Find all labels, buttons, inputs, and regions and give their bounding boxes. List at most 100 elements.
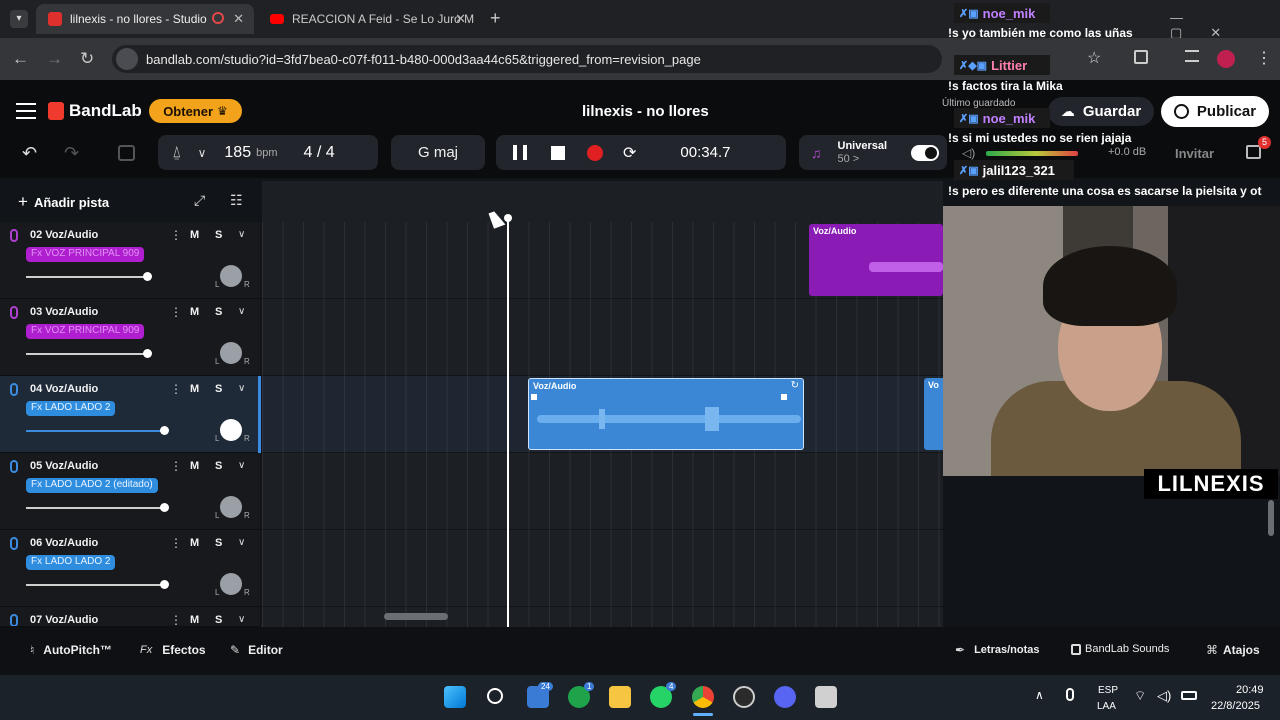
clip-fade-handle[interactable] <box>531 394 537 400</box>
media-icon[interactable] <box>1185 50 1199 62</box>
lyrics-button[interactable]: ✒ Letras/notas <box>955 643 1039 657</box>
solo-button[interactable]: S <box>215 460 222 472</box>
language-bottom[interactable]: LAA <box>1097 701 1116 712</box>
track-name[interactable]: 06 Voz/Audio <box>30 537 98 549</box>
discord-icon[interactable] <box>774 686 796 708</box>
track-row-selected[interactable]: 04 Voz/Audio ⋮ M S ∨ Fx LADO LADO 2 L R <box>0 376 261 453</box>
mute-button[interactable]: M <box>190 229 199 241</box>
audio-clip[interactable]: Voz/Audio <box>809 224 943 296</box>
chevron-down-icon[interactable]: ∨ <box>238 229 245 240</box>
volume-slider[interactable] <box>26 584 164 586</box>
url-field[interactable]: bandlab.com/studio?id=3fd7bea0-c07f-f011… <box>112 45 942 73</box>
shortcuts-button[interactable]: ⌘ Atajos <box>1206 643 1260 657</box>
bandlab-sounds-button[interactable]: BandLab Sounds <box>1071 643 1169 655</box>
extensions-icon[interactable] <box>1134 50 1148 64</box>
profile-avatar[interactable] <box>1217 50 1235 68</box>
chrome-icon[interactable] <box>692 686 714 708</box>
obs-icon[interactable] <box>733 686 755 708</box>
tab-youtube[interactable]: REACCION A Feid - Se Lo Juro M ✕ <box>258 4 476 34</box>
volume-slider[interactable] <box>26 507 164 509</box>
chevron-down-icon[interactable]: ∨ <box>238 306 245 317</box>
tab-studio[interactable]: lilnexis - no llores - Studio ✕ <box>36 4 254 34</box>
track-name[interactable]: 04 Voz/Audio <box>30 383 98 395</box>
volume-handle[interactable] <box>143 272 152 281</box>
master-volume-meter[interactable] <box>986 151 1078 156</box>
close-tab-icon[interactable]: ✕ <box>233 11 244 27</box>
tab-search-icon[interactable]: ▾ <box>10 10 28 28</box>
window-controls[interactable]: —▢✕ <box>1170 10 1280 41</box>
automation-icon[interactable]: ⤢ <box>194 192 205 209</box>
record-button[interactable] <box>587 144 603 161</box>
track-menu-icon[interactable]: ⋮ <box>170 459 182 473</box>
metronome-icon-disabled[interactable] <box>118 145 135 161</box>
fx-preset-tag[interactable]: Fx VOZ PRINCIPAL 909 <box>26 247 145 262</box>
track-name[interactable]: 07 Voz/Audio <box>30 614 98 626</box>
fx-preset-tag[interactable]: Fx LADO LADO 2 <box>26 555 116 570</box>
effects-button[interactable]: Fx Efectos <box>140 643 206 657</box>
mixer-icon[interactable]: ☷ <box>230 192 243 209</box>
track-menu-icon[interactable]: ⋮ <box>170 305 182 319</box>
volume-icon[interactable]: ◁) <box>1157 688 1171 704</box>
playhead[interactable] <box>507 217 509 627</box>
pan-knob[interactable] <box>220 573 242 595</box>
site-info-icon[interactable] <box>116 48 138 70</box>
clock-time[interactable]: 20:49 <box>1236 684 1264 696</box>
gift-icon[interactable] <box>1246 145 1261 159</box>
taskbar-app-icon[interactable] <box>815 686 837 708</box>
vertical-scrollbar[interactable] <box>1268 500 1274 536</box>
editor-button[interactable]: ✎ Editor <box>230 643 283 657</box>
solo-button[interactable]: S <box>215 306 222 318</box>
chevron-down-icon[interactable]: ∨ <box>238 460 245 471</box>
track-row[interactable]: 07 Voz/Audio ⋮ M S ∨ <box>0 607 260 627</box>
clip-fade-handle[interactable] <box>781 394 787 400</box>
chevron-down-icon[interactable]: ∨ <box>238 537 245 548</box>
hamburger-menu-icon[interactable] <box>16 103 36 119</box>
language-top[interactable]: ESP <box>1098 685 1118 696</box>
track-menu-icon[interactable]: ⋮ <box>170 536 182 550</box>
chevron-down-icon[interactable]: ∨ <box>238 383 245 394</box>
forward-icon[interactable]: → <box>46 49 63 69</box>
metronome-icon[interactable]: ⍙ <box>172 144 182 162</box>
wifi-icon[interactable]: ⌔ <box>1134 688 1146 704</box>
time-signature[interactable]: 4 / 4 <box>304 144 335 162</box>
volume-handle[interactable] <box>160 580 169 589</box>
track-name[interactable]: 05 Voz/Audio <box>30 460 98 472</box>
file-explorer-icon[interactable] <box>609 686 631 708</box>
audio-clip-selected[interactable]: Voz/Audio ↻ <box>528 378 804 450</box>
pause-button[interactable] <box>513 145 527 160</box>
track-menu-icon[interactable]: ⋮ <box>170 382 182 396</box>
publish-button[interactable]: Publicar <box>1161 96 1269 127</box>
key-selector[interactable]: G maj <box>391 135 485 170</box>
volume-slider[interactable] <box>26 430 164 432</box>
undo-icon[interactable]: ↶ <box>22 143 37 164</box>
playhead-handle[interactable] <box>504 214 512 222</box>
track-menu-icon[interactable]: ⋮ <box>170 613 182 626</box>
pan-knob[interactable] <box>220 342 242 364</box>
redo-icon[interactable]: ↷ <box>64 143 79 164</box>
save-button[interactable]: ☁ Guardar <box>1048 97 1154 126</box>
volume-handle[interactable] <box>143 349 152 358</box>
clock-date[interactable]: 22/8/2025 <box>1211 700 1260 712</box>
speaker-icon[interactable]: ◁) <box>962 146 975 160</box>
track-menu-icon[interactable]: ⋮ <box>170 228 182 242</box>
back-icon[interactable]: ← <box>12 49 29 69</box>
track-row[interactable]: 06 Voz/Audio ⋮ M S ∨ Fx LADO LADO 2 L R <box>0 530 260 607</box>
pan-knob[interactable] <box>220 265 242 287</box>
chevron-down-icon[interactable]: ∨ <box>238 614 245 625</box>
track-row[interactable]: 02 Voz/Audio ⋮ M S ∨ Fx VOZ PRINCIPAL 90… <box>0 222 260 299</box>
mastering-toggle[interactable] <box>911 145 939 161</box>
arrangement-timeline[interactable]: Voz/Audio Voz/Audio ↻ Vo <box>262 181 943 627</box>
add-track-button[interactable]: + Añadir pista <box>18 192 109 212</box>
mute-button[interactable]: M <box>190 383 199 395</box>
mute-button[interactable]: M <box>190 614 199 626</box>
mute-button[interactable]: M <box>190 460 199 472</box>
tray-chevron-icon[interactable]: ∧ <box>1035 688 1044 702</box>
invite-button[interactable]: Invitar <box>1175 146 1214 161</box>
pan-knob[interactable] <box>220 496 242 518</box>
windows-start-icon[interactable] <box>444 686 466 708</box>
clip-loop-icon[interactable]: ↻ <box>791 380 799 391</box>
solo-button[interactable]: S <box>215 537 222 549</box>
horizontal-scrollbar[interactable] <box>384 613 448 620</box>
solo-button[interactable]: S <box>215 229 222 241</box>
new-tab-button[interactable]: + <box>490 8 501 29</box>
